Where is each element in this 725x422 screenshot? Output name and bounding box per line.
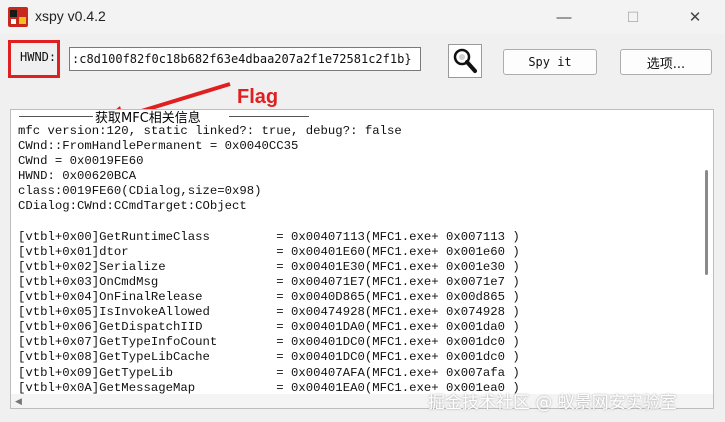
log-line: [vtbl+0x02]Serialize = 0x00401E30(MFC1.e… [18, 259, 520, 274]
log-line: [vtbl+0x08]GetTypeLibCache = 0x00401DC0(… [18, 350, 520, 365]
log-line: HWND: 0x00620BCA [18, 169, 137, 184]
log-line: mfc version:120, static linked?: true, d… [18, 124, 402, 138]
log-line: CWnd::FromHandlePermanent = 0x0040CC35 [18, 139, 299, 154]
log-line: [vtbl+0x03]OnCmdMsg = 0x004071E7(MFC1.ex… [18, 274, 520, 289]
vertical-scrollbar[interactable] [699, 110, 713, 394]
scroll-left-icon[interactable]: ◀ [15, 396, 22, 407]
log-line: [vtbl+0x06]GetDispatchIID = 0x00401DA0(M… [18, 320, 520, 335]
log-line: [vtbl+0x00]GetRuntimeClass = 0x00407113(… [18, 229, 520, 244]
log-line: [vtbl+0x04]OnFinalRelease = 0x0040D865(M… [18, 290, 520, 305]
output-panel[interactable]: 获取MFC相关信息 mfc version:120, static linked… [10, 109, 714, 409]
log-line: [vtbl+0x01]dtor = 0x00401E60(MFC1.exe+ 0… [18, 244, 520, 259]
log-line: class:0019FE60(CDialog,size=0x98) [18, 184, 262, 199]
group-divider-right [229, 116, 309, 117]
log-line: CDialog:CWnd:CCmdTarget:CObject [18, 199, 247, 214]
group-divider-left [19, 116, 93, 117]
log-line: [vtbl+0x05]IsInvokeAllowed = 0x00474928(… [18, 305, 520, 320]
watermark: 掘金技术社区 @ 蚁景网安实验室 [428, 393, 677, 413]
output-log: mfc version:120, static linked?: true, d… [18, 124, 688, 396]
flag-annotation: Flag [237, 86, 279, 108]
log-line: [vtbl+0x07]GetTypeInfoCount = 0x00401DC0… [18, 335, 520, 350]
vertical-scroll-thumb[interactable] [705, 170, 708, 275]
log-line: [vtbl+0x09]GetTypeLib = 0x00407AFA(MFC1.… [18, 365, 520, 380]
log-line: CWnd = 0x0019FE60 [18, 154, 144, 169]
